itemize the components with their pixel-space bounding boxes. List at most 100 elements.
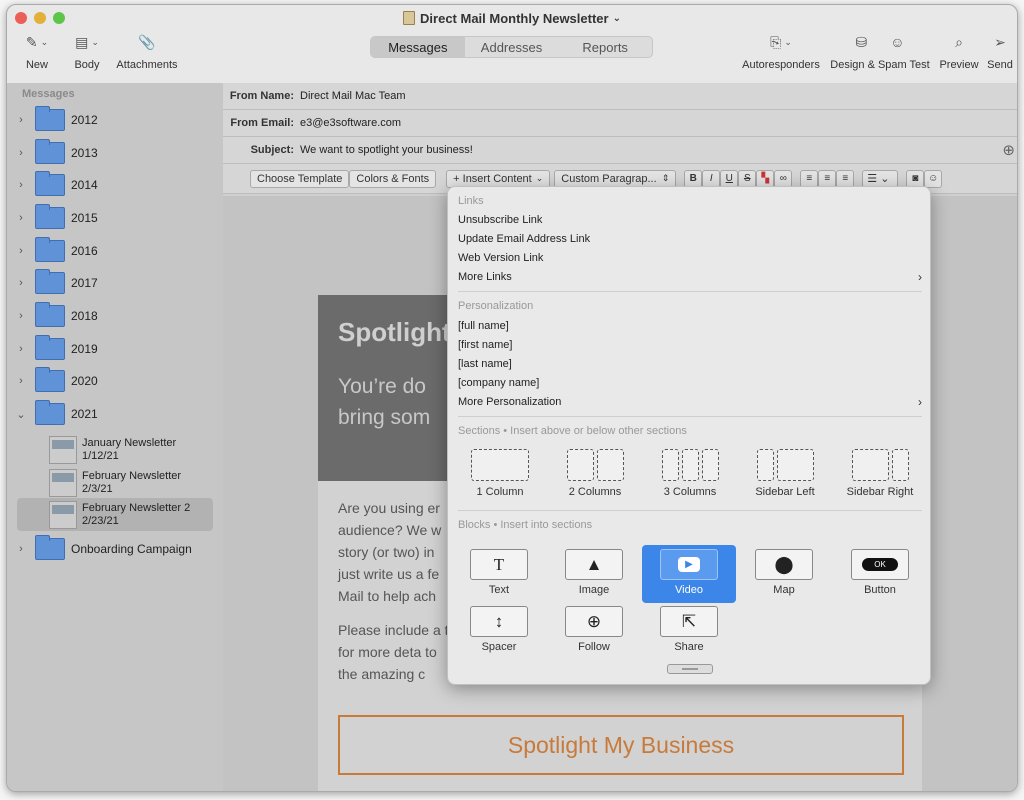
message-item[interactable]: January Newsletter 1/12/21 [17,433,213,466]
minimize-button[interactable] [34,12,46,24]
chevron-right-icon[interactable]: › [7,277,35,289]
send-button[interactable]: ➢ Send [983,31,1017,72]
autoresponder-icon: ⎘ [770,33,782,50]
chevron-right-icon[interactable]: › [7,212,35,224]
folder-row[interactable]: › 2014 [7,170,223,200]
underline-icon[interactable]: U [720,169,739,188]
menu-item-update-email[interactable]: Update Email Address Link [458,230,922,248]
folder-row[interactable]: › 2019 [7,334,223,364]
section-three-columns[interactable]: 3 Columns [652,449,728,498]
bold-icon[interactable]: B [684,169,703,188]
block-text[interactable]: T Text [452,545,546,603]
chevron-right-icon[interactable]: › [7,147,35,159]
folder-icon [35,237,65,262]
add-field-icon[interactable]: ⊕ [1002,141,1015,159]
choose-template-button[interactable]: Choose Template [250,169,350,188]
menu-item-company-name[interactable]: [company name] [458,374,922,392]
message-thumbnail [49,500,77,529]
insert-content-button[interactable]: + Insert Content ⌄ [446,169,551,188]
chevron-right-icon[interactable]: › [7,114,35,126]
email-paragraph[interactable]: Please include a to for more deta to the… [338,619,458,685]
attachments-button[interactable]: 📎 Attachments [111,31,183,72]
preview-button[interactable]: ⌕ Preview [935,31,983,72]
chevron-right-icon[interactable]: › [7,310,35,322]
new-button[interactable]: ✎ ⌄ New [15,31,59,72]
strikethrough-icon[interactable]: S [738,169,757,188]
autoresponders-button[interactable]: ⎘ ⌄ Autoresponders [740,31,822,72]
hero-title[interactable]: Spotlight [338,317,451,348]
menu-item-more-links[interactable]: More Links › [458,268,922,286]
zoom-button[interactable] [53,12,65,24]
menu-item-unsubscribe[interactable]: Unsubscribe Link [458,211,922,229]
align-left-icon[interactable]: ≡ [800,169,819,188]
menu-item-more-personalization[interactable]: More Personalization › [458,393,922,411]
hero-subtitle[interactable]: You’re do bring som [338,371,448,433]
design-spam-button[interactable]: ⛁ ☺ Design & Spam Test [827,31,933,72]
subject-field[interactable]: We want to spotlight your business! [300,144,473,156]
chevron-down-icon[interactable]: ⌄ [7,408,35,421]
folder-row[interactable]: › 2020 [7,366,223,396]
chevron-right-icon[interactable]: › [7,245,35,257]
section-sidebar-right[interactable]: Sidebar Right [842,449,918,498]
message-item-selected[interactable]: February Newsletter 2 2/23/21 [17,498,213,531]
section-two-columns[interactable]: 2 Columns [557,449,633,498]
updown-icon: ⇕ [661,173,670,183]
section-one-column[interactable]: 1 Column [462,449,538,498]
chevron-right-icon[interactable]: › [7,179,35,191]
tab-messages[interactable]: Messages [371,37,465,57]
from-name-field[interactable]: Direct Mail Mac Team [300,90,406,102]
folder-label: 2019 [71,342,98,356]
emoji-icon[interactable]: ☺ [924,169,943,188]
window-title[interactable]: Direct Mail Monthly Newsletter [420,11,609,26]
menu-item-full-name[interactable]: [full name] [458,317,922,335]
message-item[interactable]: February Newsletter 2/3/21 [17,466,213,499]
block-button[interactable]: OK Button [833,545,927,603]
from-email-field[interactable]: e3@e3software.com [300,117,401,129]
block-label: Button [864,584,896,596]
body-button[interactable]: ▤ ⌄ Body [65,31,109,72]
map-pin-icon: ⬤ [755,549,813,580]
resize-handle[interactable] [667,664,713,674]
section-sidebar-left[interactable]: Sidebar Left [747,449,823,498]
tab-addresses[interactable]: Addresses [465,37,559,57]
folder-row[interactable]: › Onboarding Campaign [7,534,223,564]
colors-fonts-button[interactable]: Colors & Fonts [349,169,437,188]
block-video[interactable]: ▶ Video [642,545,736,603]
block-share[interactable]: ⇱ Share [642,602,736,660]
block-follow[interactable]: ⊕ Follow [547,602,641,660]
folder-row[interactable]: › 2013 [7,138,223,168]
close-button[interactable] [15,12,27,24]
paragraph-style-select[interactable]: Custom Paragrap... ⇕ [554,169,677,188]
link-icon[interactable]: ∞ [774,169,793,188]
block-map[interactable]: ⬤ Map [737,545,831,603]
block-spacer[interactable]: ↕ Spacer [452,602,546,660]
layout-box [681,449,699,481]
menu-item-last-name[interactable]: [last name] [458,355,922,373]
folder-row[interactable]: › 2012 [7,105,223,135]
chevron-down-icon[interactable]: ⌄ [613,13,621,24]
list-icon[interactable]: ☰ ⌄ [862,169,899,188]
layout-box [701,449,719,481]
align-center-icon[interactable]: ≡ [818,169,837,188]
chevron-right-icon[interactable]: › [7,343,35,355]
folder-label: 2021 [71,407,98,421]
chevron-right-icon[interactable]: › [7,543,35,555]
email-paragraph[interactable]: Are you using er audience? We w story (o… [338,497,458,607]
block-image[interactable]: ▲ Image [547,545,641,603]
camera-icon[interactable]: ◙ [906,169,925,188]
layout-box [756,449,774,481]
color-icon[interactable]: ▚ [756,169,775,188]
italic-icon[interactable]: I [702,169,721,188]
cta-button[interactable]: Spotlight My Business [338,715,904,775]
folder-row[interactable]: › 2018 [7,301,223,331]
insert-content-menu: Links Unsubscribe Link Update Email Addr… [447,186,931,685]
tab-reports[interactable]: Reports [558,37,652,57]
folder-row[interactable]: › 2017 [7,268,223,298]
folder-row[interactable]: ⌄ 2021 [7,399,223,429]
align-right-icon[interactable]: ≡ [836,169,855,188]
chevron-right-icon[interactable]: › [7,375,35,387]
menu-item-web-version[interactable]: Web Version Link [458,249,922,267]
folder-row[interactable]: › 2016 [7,236,223,266]
menu-item-first-name[interactable]: [first name] [458,336,922,354]
folder-row[interactable]: › 2015 [7,203,223,233]
